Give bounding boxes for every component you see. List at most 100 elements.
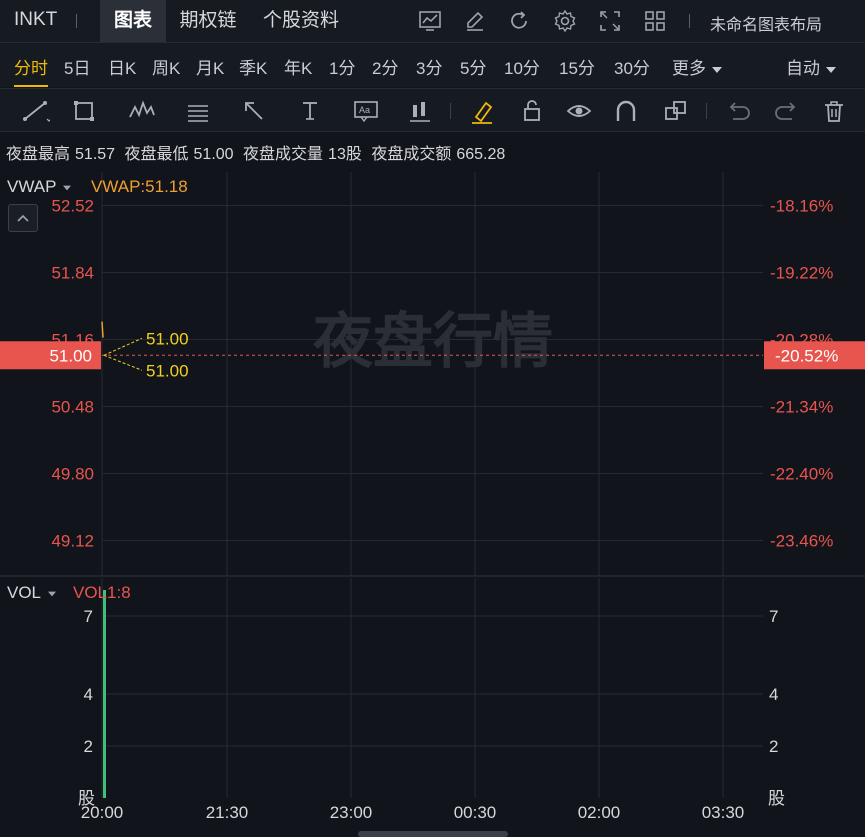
- time-tick-label: 03:30: [702, 803, 745, 822]
- layers-icon[interactable]: [662, 97, 692, 125]
- magnet-icon[interactable]: [612, 97, 642, 125]
- percent-tick-label: -22.40%: [770, 465, 833, 484]
- chevron-down-icon: [48, 591, 57, 596]
- symbol-label[interactable]: INKT: [14, 9, 57, 31]
- more-periods-label: 更多: [672, 59, 706, 78]
- time-tick-label: 21:30: [206, 803, 249, 822]
- volume-tick-label: 4: [769, 685, 778, 704]
- period-3min[interactable]: 3分: [416, 54, 442, 79]
- period-monthly[interactable]: 月K: [196, 54, 224, 79]
- time-tick-label: 00:30: [454, 803, 497, 822]
- time-scrollbar[interactable]: [358, 831, 508, 837]
- period-15min[interactable]: 15分: [559, 54, 595, 79]
- highlighter-icon[interactable]: [468, 97, 498, 125]
- text-icon[interactable]: [297, 97, 327, 125]
- night-high-value: 51.57: [75, 146, 116, 163]
- volume-value: VOL1:8: [73, 583, 131, 602]
- period-1min[interactable]: 1分: [329, 54, 355, 79]
- period-5d[interactable]: 5日: [64, 54, 90, 79]
- more-periods-dropdown[interactable]: 更多: [672, 54, 722, 79]
- price-tick-label: 50.48: [51, 398, 94, 417]
- period-5min[interactable]: 5分: [460, 54, 486, 79]
- night-amount-value: 665.28: [456, 146, 506, 163]
- volume-indicator-selector[interactable]: VOL: [7, 583, 57, 603]
- period-30min[interactable]: 30分: [614, 54, 650, 79]
- scale-mode-label: 自动: [786, 59, 820, 78]
- tab-options-chain[interactable]: 期权链: [170, 0, 246, 42]
- indicator-selector[interactable]: VWAP: [7, 177, 72, 197]
- high-annotation-leader: [103, 337, 143, 356]
- period-intraday[interactable]: 分时: [14, 54, 48, 79]
- volume-tick-label: 4: [84, 685, 93, 704]
- watermark: 夜盘行情: [312, 307, 553, 377]
- volume-grid: [101, 578, 763, 798]
- night-high-label: 夜盘最高: [6, 146, 71, 163]
- candle-icon[interactable]: [406, 97, 436, 125]
- price-tick-label: 49.80: [51, 465, 94, 484]
- indicator-name: VWAP: [7, 177, 57, 196]
- price-chart[interactable]: 夜盘行情 52.5251.8451.1650.4849.8049.12 -18.…: [0, 172, 865, 577]
- percent-axis: -18.16%-19.22%-20.28%-21.34%-22.40%-23.4…: [770, 197, 833, 551]
- active-period-indicator: [14, 85, 48, 87]
- divider: [76, 14, 77, 28]
- undo-icon[interactable]: [723, 97, 753, 125]
- divider: [450, 103, 451, 119]
- period-daily[interactable]: 日K: [108, 54, 136, 79]
- collapse-button[interactable]: [8, 204, 38, 232]
- percent-tick-label: -21.34%: [770, 398, 833, 417]
- low-annotation-leader: [103, 354, 143, 371]
- period-quarterly[interactable]: 季K: [239, 54, 267, 79]
- refresh-icon[interactable]: [506, 8, 532, 34]
- period-weekly[interactable]: 周K: [152, 54, 180, 79]
- vwap-value: VWAP:51.18: [91, 177, 188, 196]
- period-10min[interactable]: 10分: [504, 54, 540, 79]
- trendline-icon[interactable]: [20, 97, 50, 125]
- rectangle-icon[interactable]: [70, 97, 100, 125]
- divider: [706, 103, 707, 119]
- chevron-down-icon: [63, 185, 72, 190]
- period-bar: 分时 5日 日K 周K 月K 季K 年K 1分 2分 3分 5分 10分 15分…: [0, 42, 865, 87]
- chevron-down-icon: [826, 66, 836, 73]
- trash-icon[interactable]: [820, 97, 850, 125]
- edit-icon[interactable]: [462, 8, 488, 34]
- night-session-stats: 夜盘最高 51.57 夜盘最低 51.00 夜盘成交量 13股 夜盘成交额 665.28: [6, 140, 510, 164]
- layout-name[interactable]: 未命名图表布局: [710, 11, 822, 35]
- price-tick-label: 51.84: [51, 264, 94, 283]
- svg-text:Aa: Aa: [359, 105, 370, 115]
- low-annotation-label: 51.00: [146, 361, 189, 380]
- note-icon[interactable]: Aa: [352, 97, 382, 125]
- settings-icon[interactable]: [552, 8, 578, 34]
- percent-tick-label: -23.46%: [770, 532, 833, 551]
- chart-settings-icon[interactable]: [417, 8, 443, 34]
- volume-bars: [103, 590, 106, 798]
- arrow-icon[interactable]: [240, 97, 270, 125]
- wave-icon[interactable]: [127, 97, 157, 125]
- chevron-down-icon: [712, 66, 722, 73]
- volume-unit-left: 股: [78, 789, 95, 809]
- time-axis: 20:00 21:30 23:00 00:30 02:00 03:30: [81, 803, 745, 822]
- vwap-line: [101, 321, 104, 338]
- volume-tick-label: 7: [84, 607, 93, 626]
- price-axis: 52.5251.8451.1650.4849.8049.12: [51, 197, 94, 551]
- redo-icon[interactable]: [772, 97, 802, 125]
- scale-mode-dropdown[interactable]: 自动: [786, 54, 836, 79]
- top-bar: INKT 图表 期权链 个股资料 未命名图表布局: [0, 0, 865, 42]
- divider: [689, 14, 690, 28]
- lock-icon[interactable]: [518, 97, 548, 125]
- drawing-toolbar: Aa: [0, 88, 865, 132]
- fullscreen-icon[interactable]: [597, 8, 623, 34]
- price-tick-label: 49.12: [51, 532, 94, 551]
- night-low-label: 夜盘最低: [124, 146, 189, 163]
- period-yearly[interactable]: 年K: [284, 54, 312, 79]
- tab-stock-profile[interactable]: 个股资料: [252, 0, 350, 42]
- grid-layout-icon[interactable]: [642, 8, 668, 34]
- chevron-up-icon: [17, 214, 29, 222]
- tab-chart[interactable]: 图表: [100, 0, 166, 42]
- time-tick-label: 23:00: [330, 803, 373, 822]
- volume-bar: [103, 590, 106, 798]
- fib-icon[interactable]: [184, 97, 214, 125]
- percent-tick-label: -19.22%: [770, 264, 833, 283]
- eye-icon[interactable]: [565, 97, 595, 125]
- volume-chart[interactable]: 7 74 42 2 20:00 21:30 23:00 00:30 02:00 03:30 股 …: [0, 578, 865, 837]
- period-2min[interactable]: 2分: [372, 54, 398, 79]
